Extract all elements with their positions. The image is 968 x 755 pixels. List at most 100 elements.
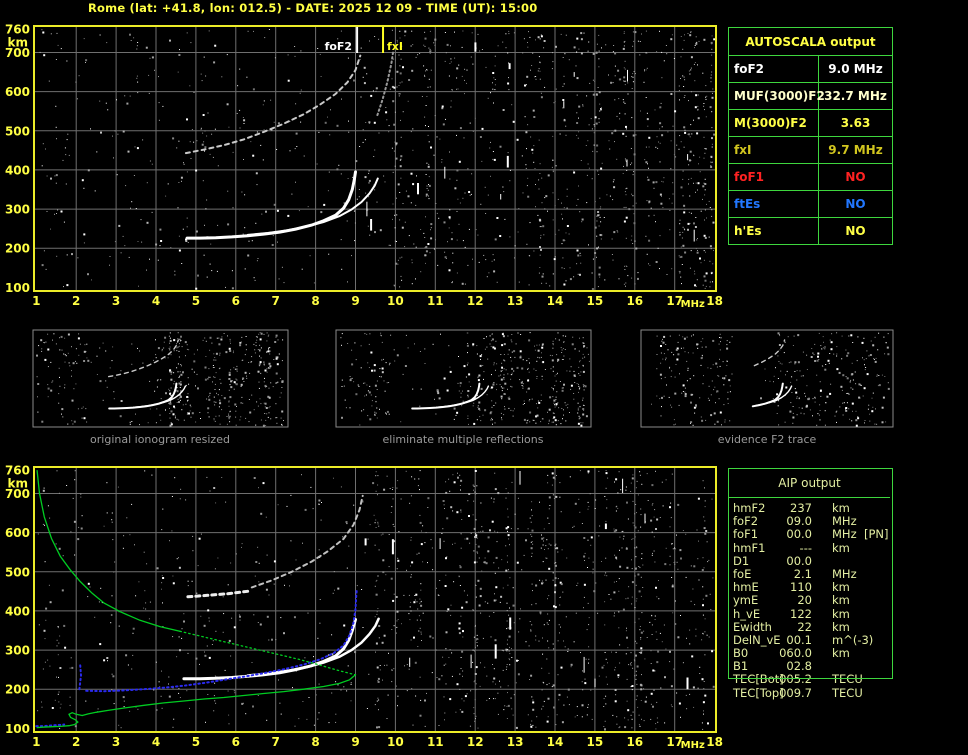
autoscala-row-label: foF2 (729, 56, 819, 82)
x-tick-label: 11 (427, 735, 444, 749)
aip-row-label: ymE (733, 593, 759, 608)
aip-row-value: 00.0 (786, 553, 812, 568)
autoscala-row: M(3000)F2 3.63 (729, 109, 892, 136)
x-tick-label: 7 (272, 294, 280, 308)
autoscala-row-label: MUF(3000)F2 (729, 83, 825, 109)
aip-row: ymE 20 km (728, 593, 891, 608)
aip-row-label: hmE (733, 580, 759, 595)
autoscala-row-label: fxI (729, 137, 819, 163)
aip-row-value: 09.0 (786, 514, 812, 529)
grid-lines (35, 468, 715, 731)
thumbnail-3 (640, 329, 894, 428)
noise-speckle (37, 470, 715, 731)
aip-row-label: B0 (733, 646, 749, 661)
aip-row-label: B1 (733, 659, 749, 674)
x-tick-label: 1 (32, 735, 40, 749)
x-tick-label: 14 (547, 735, 564, 749)
aip-row-unit: km (832, 540, 850, 555)
x-tick-label: 15 (587, 294, 604, 308)
y-tick-label: 400 (5, 604, 30, 618)
y-tick-label: 760 (5, 22, 30, 36)
autoscala-row: foF1 NO (729, 163, 892, 190)
aip-row: hmF2 237 km (728, 501, 891, 515)
x-tick-label: 2 (72, 735, 80, 749)
aip-row-value: 2.1 (793, 566, 812, 581)
x-tick-label: 5 (192, 735, 200, 749)
x-tick-label: 13 (507, 294, 524, 308)
aip-row: hmF1 --- km (728, 540, 891, 555)
x-tick-label: 10 (387, 735, 404, 749)
autoscala-row: ftEs NO (729, 190, 892, 217)
marker-label-foF2: foF2 (325, 40, 353, 53)
x-tick-label: 16 (626, 294, 643, 308)
trace-f2-ordinary-echo (182, 618, 357, 681)
aip-row: foF2 09.0 MHz (728, 514, 891, 529)
x-tick-label: 1 (32, 294, 40, 308)
aip-table-rows: hmF2 237 km foF2 09.0 MHz foF1 00.0 MHz [PN] hmF1 -… (728, 501, 891, 700)
autoscala-row-value: NO (845, 197, 866, 211)
y-tick-label: 600 (5, 526, 30, 540)
trace-second-hop-dotted (250, 494, 364, 589)
autoscala-output-table: AUTOSCALA output foF2 9.0 MHz MUF(3000)F2 3… (728, 27, 893, 245)
autoscala-row-label: h'Es (729, 218, 819, 244)
x-tick-label: 8 (311, 735, 319, 749)
thumbnail-caption-eliminate: eliminate multiple reflections (382, 433, 544, 446)
aip-row-value: 00.0 (786, 527, 812, 542)
aip-row-value: 237 (790, 501, 812, 515)
x-tick-label: 4 (152, 735, 160, 749)
ionogram-scaled-plot: 760700600500400300200100km1 2 3 4 5 6 7 8 9 10 11 1… (5, 22, 723, 310)
aip-row-label: foF1 (733, 527, 759, 542)
aip-row-unit: km (832, 501, 850, 515)
aip-row-unit: MHz (832, 527, 857, 542)
autoscala-row: MUF(3000)F2 32.7 MHz (729, 82, 892, 109)
autoscala-table-rows: foF2 9.0 MHz MUF(3000)F2 32.7 MHz M(3000)F2 3… (729, 55, 892, 244)
aip-row: TEC[Top] 009.7 TECU (728, 685, 891, 700)
aip-row-unit: TECU (832, 685, 863, 700)
aip-row-extra: [PN] (864, 527, 889, 542)
x-tick-label: 18 (706, 735, 723, 749)
aip-row-unit: TECU (832, 672, 863, 687)
aip-row-value: 00.1 (786, 632, 812, 647)
plot-border (33, 466, 717, 733)
trace-restored-trace-F (85, 589, 358, 693)
aip-row-value: 060.0 (779, 646, 812, 661)
aip-row: D1 00.0 (728, 553, 891, 568)
autoscala-row: h'Es NO (729, 217, 892, 244)
aip-row-value: 20 (797, 593, 812, 608)
x-tick-label: 2 (72, 294, 80, 308)
aip-row-unit: MHz (832, 566, 857, 581)
x-tick-label: 3 (112, 735, 120, 749)
y-tick-label: 100 (5, 281, 30, 295)
x-tick-label: 16 (626, 735, 643, 749)
trace-f2-ordinary (185, 170, 357, 240)
autoscala-row-value: NO (845, 170, 866, 184)
autoscala-output-screen: { "title": "Rome (lat: +41.8, lon: 012.5… (0, 0, 968, 755)
aip-row: h_vE 122 km (728, 607, 891, 621)
aip-row: foF1 00.0 MHz [PN] (728, 527, 891, 542)
aip-row-value: 02.8 (786, 659, 812, 674)
plot-border (33, 25, 717, 292)
y-tick-label: 500 (5, 124, 30, 138)
autoscala-row-value: 9.0 MHz (828, 62, 883, 76)
aip-row: TEC[Bot] 005.2 TECU (728, 672, 891, 687)
x-tick-label: 3 (112, 294, 120, 308)
x-tick-label: 14 (547, 294, 564, 308)
autoscala-row-value: NO (845, 224, 866, 238)
aip-row: B1 02.8 (728, 659, 891, 674)
y-tick-label: 400 (5, 163, 30, 177)
aip-row: hmE 110 km (728, 580, 891, 595)
autoscala-row-value: 9.7 MHz (828, 143, 883, 157)
y-tick-label: 100 (5, 722, 30, 736)
y-tick-label: 200 (5, 242, 30, 256)
x-tick-label: 9 (351, 294, 359, 308)
aip-row-label: foF2 (733, 514, 759, 529)
autoscala-row-value: 3.63 (840, 116, 871, 130)
trace-second-hop-x (376, 49, 395, 117)
thumbnail-border (640, 329, 894, 428)
x-tick-label: 6 (232, 735, 240, 749)
autoscala-row: fxI 9.7 MHz (729, 136, 892, 163)
aip-row-label: D1 (733, 553, 750, 568)
noise-speckle (39, 29, 716, 290)
y-tick-label: 300 (5, 644, 30, 658)
y-tick-label: 200 (5, 683, 30, 697)
